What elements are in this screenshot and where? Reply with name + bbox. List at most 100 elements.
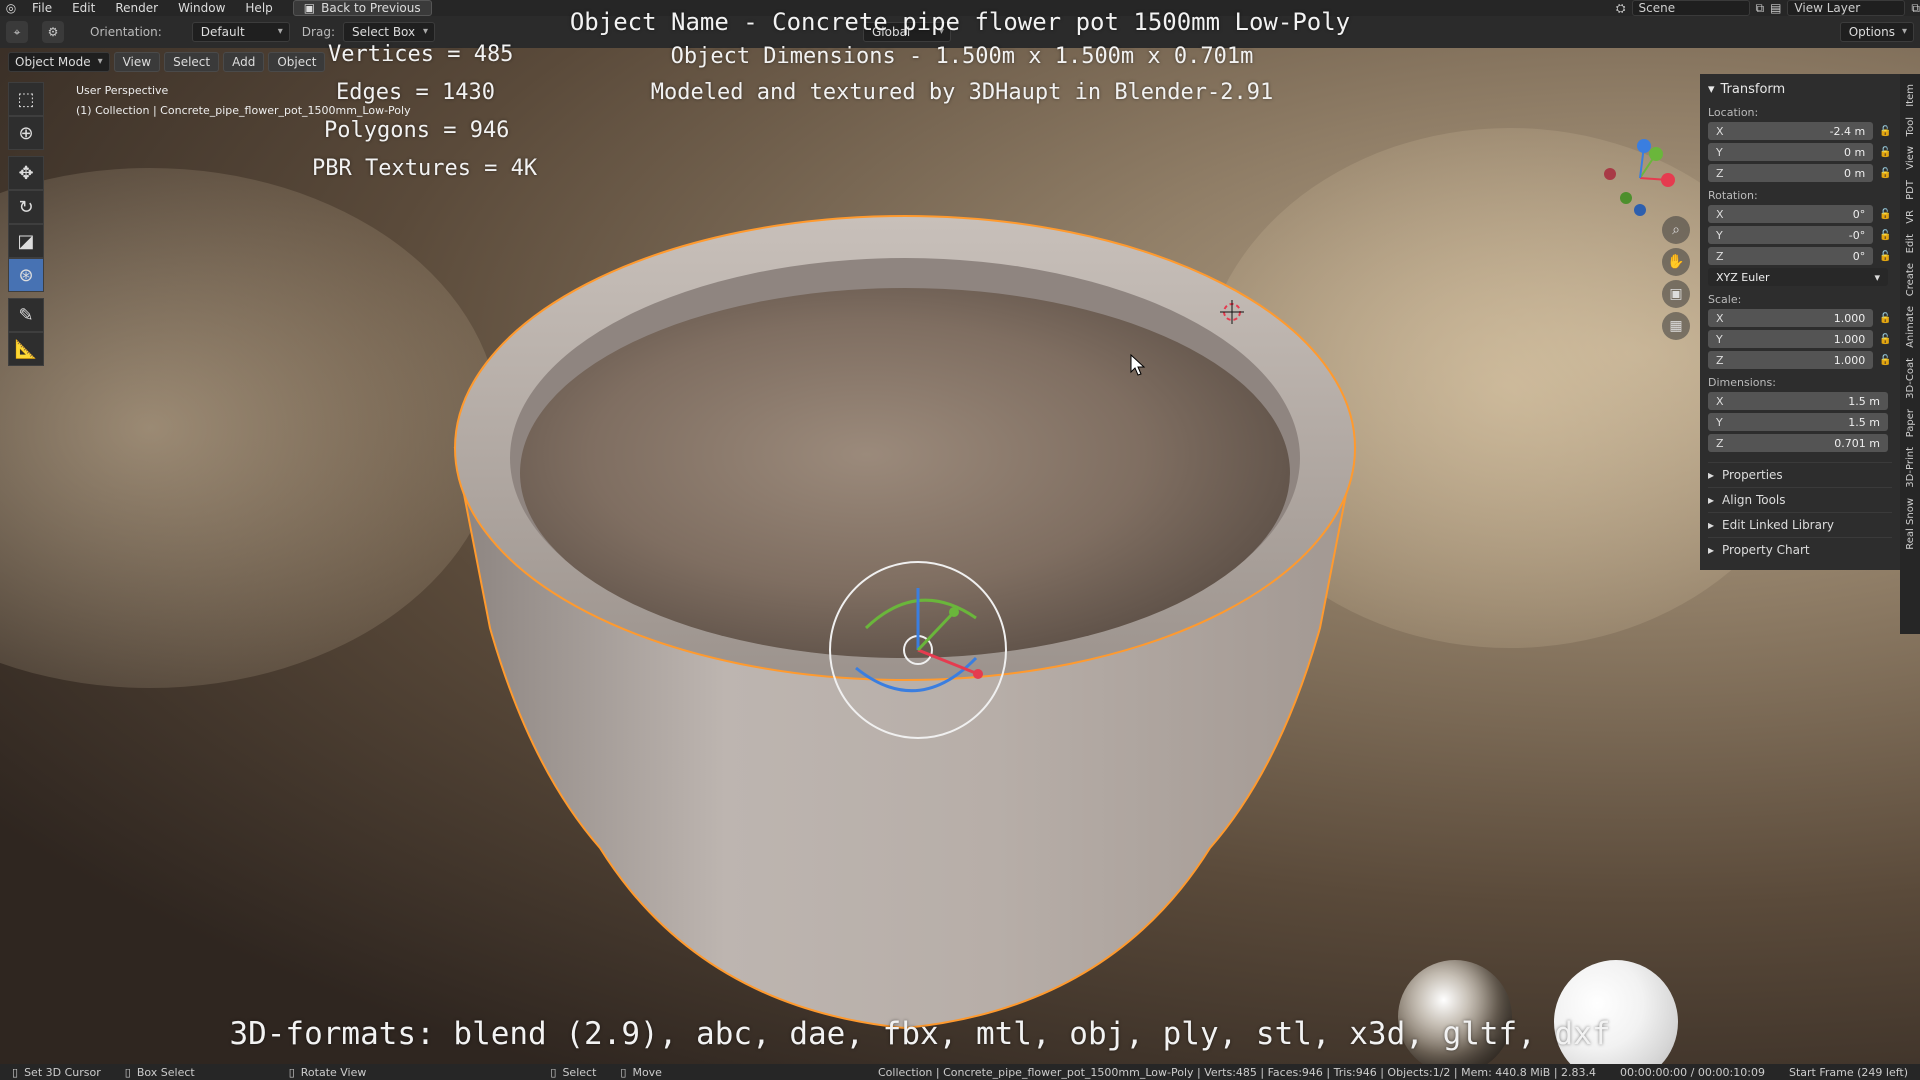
status-box-select: ▯ Box Select <box>113 1066 207 1079</box>
rotation-mode-dropdown[interactable]: XYZ Euler ▾ <box>1708 268 1888 286</box>
tab-real-snow[interactable]: Real Snow <box>1905 498 1916 550</box>
subpanel-property-chart[interactable]: ▸ Property Chart <box>1708 537 1892 562</box>
lock-icon[interactable]: 🔓 <box>1879 124 1892 138</box>
subpanel-edit-linked-library[interactable]: ▸ Edit Linked Library <box>1708 512 1892 537</box>
status-rotate-view: ▯ Rotate View <box>277 1066 379 1079</box>
dimensions-x-value: 1.5 m <box>1848 394 1880 408</box>
location-x-field[interactable]: X -2.4 m <box>1708 122 1874 140</box>
location-z-field[interactable]: Z 0 m <box>1708 164 1874 182</box>
navigation-gizmo[interactable] <box>1600 138 1680 218</box>
transform-gizmo[interactable] <box>826 558 1010 742</box>
rotation-y-field[interactable]: Y -0° <box>1708 226 1874 244</box>
dimensions-x-row: X 1.5 m <box>1708 391 1892 411</box>
pbr-caption: PBR Textures = 4K <box>312 156 538 181</box>
measure-icon[interactable]: 📐 <box>8 332 44 366</box>
mouse-left-icon: ▯ <box>550 1065 557 1079</box>
tab-3d-print[interactable]: 3D-Print <box>1905 447 1916 488</box>
lock-icon[interactable]: 🔓 <box>1879 249 1892 263</box>
axis-y: Y <box>1716 332 1723 346</box>
scale-z-field[interactable]: Z 1.000 <box>1708 351 1874 369</box>
rotation-mode-row: XYZ Euler ▾ <box>1708 267 1892 287</box>
formats-caption: 3D-formats: blend (2.9), abc, dae, fbx, … <box>229 1016 1611 1052</box>
transform-title: Transform <box>1720 81 1786 97</box>
tab-animate[interactable]: Animate <box>1905 306 1916 348</box>
scale-x-row: X 1.000 🔓 <box>1708 308 1892 328</box>
pan-hand-icon[interactable]: ✋ <box>1662 248 1690 276</box>
rotation-label: Rotation: <box>1708 189 1758 202</box>
rotation-z-field[interactable]: Z 0° <box>1708 247 1874 265</box>
zoom-icon[interactable]: ⌕ <box>1662 216 1690 244</box>
status-time-text: 00:00:00:00 / 00:00:10:09 <box>1620 1065 1765 1079</box>
lock-icon[interactable]: 🔓 <box>1879 145 1892 159</box>
subpanel-label: Properties <box>1722 468 1783 482</box>
tab-item[interactable]: Item <box>1905 84 1916 107</box>
status-move: ▯ Move <box>608 1066 674 1079</box>
subpanel-label: Property Chart <box>1722 543 1810 557</box>
scale-x-value: 1.000 <box>1833 311 1866 325</box>
lock-icon[interactable]: 🔓 <box>1879 207 1892 221</box>
transform-panel-header[interactable]: ▾ Transform <box>1708 78 1892 100</box>
transform-icon[interactable]: ⊛ <box>8 258 44 292</box>
status-select-label: Select <box>562 1065 597 1079</box>
lock-icon[interactable]: 🔓 <box>1879 332 1892 346</box>
lock-icon[interactable]: 🔓 <box>1879 166 1892 180</box>
tab-vr[interactable]: VR <box>1905 210 1916 224</box>
location-x-value: -2.4 m <box>1829 124 1866 138</box>
dimensions-z-row: Z 0.701 m <box>1708 433 1892 453</box>
axis-y: Y <box>1716 228 1723 242</box>
rotation-x-field[interactable]: X 0° <box>1708 205 1874 223</box>
tab-tool[interactable]: Tool <box>1905 117 1916 136</box>
tab-paper[interactable]: Paper <box>1905 409 1916 437</box>
annotate-icon[interactable]: ✎ <box>8 298 44 332</box>
lock-icon[interactable]: 🔓 <box>1879 311 1892 325</box>
dimensions-z-field[interactable]: Z 0.701 m <box>1708 434 1888 452</box>
tab-pdt[interactable]: PDT <box>1905 180 1916 200</box>
scale-icon[interactable]: ◪ <box>8 224 44 258</box>
rotation-x-value: 0° <box>1852 207 1866 221</box>
scale-y-field[interactable]: Y 1.000 <box>1708 330 1874 348</box>
cursor-icon[interactable]: ⊕ <box>8 116 44 150</box>
n-panel-sidebar: ▾ Transform Location: X -2.4 m 🔓 Y 0 m 🔓 Z 0 … <box>1700 74 1900 570</box>
object-dimensions-caption: Object Dimensions - 1.500m x 1.500m x 0.… <box>670 44 1254 69</box>
tab-3d-coat[interactable]: 3D-Coat <box>1905 358 1916 399</box>
edges-caption: Edges = 1430 <box>336 80 495 105</box>
tab-create[interactable]: Create <box>1905 263 1916 296</box>
rotation-mode-value: XYZ Euler <box>1716 270 1770 284</box>
scale-x-field[interactable]: X 1.000 <box>1708 309 1874 327</box>
3d-cursor-icon <box>1220 300 1244 324</box>
dimensions-z-value: 0.701 m <box>1834 436 1880 450</box>
object-name-caption: Object Name - Concrete pipe flower pot 1… <box>569 8 1351 36</box>
subpanel-label: Align Tools <box>1722 493 1786 507</box>
tab-edit[interactable]: Edit <box>1905 234 1916 253</box>
lock-icon[interactable]: 🔓 <box>1879 353 1892 367</box>
viewport-nav-buttons: ⌕ ✋ ▣ ▦ <box>1662 216 1690 340</box>
expand-arrow-icon: ▸ <box>1708 518 1715 532</box>
status-info-text: Collection | Concrete_pipe_flower_pot_15… <box>877 1065 1597 1079</box>
dimensions-x-field[interactable]: X 1.5 m <box>1708 392 1888 410</box>
mouse-right-icon: ▯ <box>124 1065 131 1079</box>
rotation-x-row: X 0° 🔓 <box>1708 204 1892 224</box>
axis-y: Y <box>1716 145 1723 159</box>
scale-z-row: Z 1.000 🔓 <box>1708 350 1892 370</box>
tab-view[interactable]: View <box>1905 146 1916 170</box>
status-time: 00:00:00:00 / 00:00:10:09 <box>1608 1066 1777 1079</box>
left-toolbar: ⬚ ⊕ ✥ ↻ ◪ ⊛ ✎ 📐 <box>8 82 44 366</box>
subpanel-align-tools[interactable]: ▸ Align Tools <box>1708 487 1892 512</box>
subpanel-properties[interactable]: ▸ Properties <box>1708 462 1892 487</box>
3d-viewport[interactable]: ⌕ ✋ ▣ ▦ <box>0 48 1920 1064</box>
move-icon[interactable]: ✥ <box>8 156 44 190</box>
lock-icon[interactable]: 🔓 <box>1879 228 1892 242</box>
scale-z-value: 1.000 <box>1833 353 1866 367</box>
axis-z: Z <box>1716 353 1724 367</box>
dimensions-y-field[interactable]: Y 1.5 m <box>1708 413 1888 431</box>
location-x-row: X -2.4 m 🔓 <box>1708 121 1892 141</box>
subpanel-label: Edit Linked Library <box>1722 518 1835 532</box>
camera-icon[interactable]: ▣ <box>1662 280 1690 308</box>
mouse-left-icon: ▯ <box>12 1065 19 1079</box>
grid-ortho-icon[interactable]: ▦ <box>1662 312 1690 340</box>
location-y-field[interactable]: Y 0 m <box>1708 143 1874 161</box>
axis-z: Z <box>1716 436 1724 450</box>
status-select: ▯ Select <box>538 1066 608 1079</box>
axis-x: X <box>1716 207 1724 221</box>
rotate-icon[interactable]: ↻ <box>8 190 44 224</box>
